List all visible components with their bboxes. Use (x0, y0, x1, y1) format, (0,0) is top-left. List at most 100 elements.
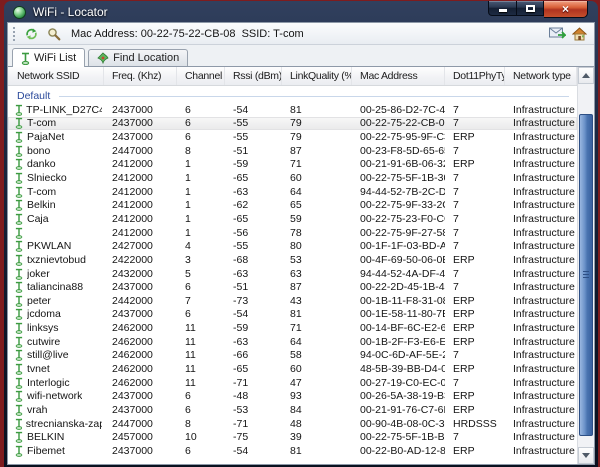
titlebar[interactable]: WiFi - Locator × (4, 1, 598, 23)
search-button[interactable] (45, 26, 62, 42)
cell-network-type: Infrastructure (505, 336, 577, 348)
cell-network-type: Infrastructure (505, 363, 577, 375)
table-row[interactable]: Fibemet 2437000 6 -54 81 00-22-B0-AD-12-… (8, 444, 577, 458)
cell-network-ssid: PKWLAN (8, 240, 104, 252)
ssid-value: Caja (27, 213, 49, 225)
home-button[interactable] (571, 26, 588, 42)
table-row[interactable]: strecnianska-zapad 2447000 8 -71 48 00-9… (8, 417, 577, 431)
table-row[interactable]: txznievtobud 2422000 3 -68 53 00-4F-69-5… (8, 253, 577, 267)
col-header-network-ssid[interactable]: Network SSID (8, 67, 104, 85)
table-row[interactable]: cutwire 2462000 11 -63 64 00-1B-2F-F3-E6… (8, 335, 577, 349)
minimize-button[interactable] (488, 1, 517, 16)
col-header-dot11phytype[interactable]: Dot11PhyTy... (445, 67, 505, 85)
toolbar-grip[interactable] (13, 27, 16, 41)
table-row[interactable]: jcdoma 2437000 6 -54 81 00-1E-58-11-80-7… (8, 308, 577, 322)
table-row[interactable]: Caja 2412000 1 -65 59 00-22-75-23-F0-CC … (8, 212, 577, 226)
cell-channel: 3 (177, 254, 225, 266)
table-row[interactable]: still@live 2462000 11 -66 58 94-0C-6D-AF… (8, 349, 577, 363)
ssid-value: TP-LINK_D27C46 (26, 104, 102, 116)
cell-dot11phytype: ERP (445, 336, 505, 348)
cell-network-type: Infrastructure (505, 172, 577, 184)
antenna-icon (15, 213, 23, 225)
refresh-button[interactable] (23, 26, 40, 42)
col-header-channel[interactable]: Channel (177, 67, 225, 85)
cell-freq: 2437000 (104, 308, 177, 320)
cell-network-type: Infrastructure (505, 349, 577, 361)
cell-channel: 6 (177, 308, 225, 320)
cell-mac-address: 00-22-2D-45-1B-45 (352, 281, 445, 293)
ssid-value: jcdoma (27, 308, 61, 320)
cell-freq: 2422000 (104, 254, 177, 266)
toolbar: Mac Address: 00-22-75-22-CB-08 SSID: T-c… (8, 23, 594, 45)
cell-channel: 11 (177, 363, 225, 375)
cell-dot11phytype: ERP (445, 322, 505, 334)
table-row[interactable]: joker 2432000 5 -63 63 94-44-52-4A-DF-4C… (8, 267, 577, 281)
table-row[interactable]: taliancina88 2437000 6 -51 87 00-22-2D-4… (8, 280, 577, 294)
table-row[interactable]: TP-LINK_D27C46 2437000 6 -54 81 00-25-86… (8, 103, 577, 117)
scrollbar-track[interactable] (578, 84, 594, 447)
cell-freq: 2447000 (104, 145, 177, 157)
cell-link-quality: 59 (282, 213, 352, 225)
table-row[interactable]: vrah 2437000 6 -53 84 00-21-91-76-C7-6E … (8, 403, 577, 417)
col-header-freq[interactable]: Freq. (Khz) (104, 67, 177, 85)
table-row[interactable]: linksys 2462000 11 -59 71 00-14-BF-6C-E2… (8, 321, 577, 335)
minimize-icon (499, 9, 507, 12)
cell-rssi: -62 (225, 199, 282, 211)
ssid-value: BELKIN (27, 431, 64, 443)
cell-network-type: Infrastructure (505, 431, 577, 443)
table-row[interactable]: bono 2447000 8 -51 87 00-23-F8-5D-65-65 … (8, 144, 577, 158)
ssid-value: Belkin (27, 199, 56, 211)
col-header-network-type[interactable]: Network type (505, 67, 577, 85)
cell-channel: 8 (177, 418, 225, 430)
cell-network-ssid: TP-LINK_D27C46 (8, 104, 104, 116)
table-row[interactable]: PKWLAN 2427000 4 -55 80 00-1F-1F-03-BD-A… (8, 239, 577, 253)
cell-channel: 6 (177, 281, 225, 293)
cell-network-type: Infrastructure (505, 281, 577, 293)
antenna-icon (15, 131, 23, 143)
table-row[interactable]: BELKIN 2457000 10 -75 39 00-22-75-5F-1B-… (8, 430, 577, 444)
window-content: Mac Address: 00-22-75-22-CB-08 SSID: T-c… (8, 23, 594, 464)
maximize-button[interactable] (517, 1, 544, 16)
group-header[interactable]: Default (8, 86, 577, 103)
cell-dot11phytype: ERP (445, 390, 505, 402)
scrollbar-thumb[interactable] (579, 114, 593, 436)
cell-dot11phytype: 7 (445, 377, 505, 389)
col-header-mac-address[interactable]: Mac Address (352, 67, 445, 85)
table-row[interactable]: danko 2412000 1 -59 71 00-21-91-6B-06-32… (8, 158, 577, 172)
table-row[interactable]: tvnet 2462000 11 -65 60 48-5B-39-BB-D4-0… (8, 362, 577, 376)
antenna-icon (15, 363, 23, 375)
table-row[interactable]: Slniecko 2412000 1 -65 60 00-22-75-5F-1B… (8, 171, 577, 185)
table-row[interactable]: peter 2442000 7 -73 43 00-1B-11-F8-31-08… (8, 294, 577, 308)
antenna-icon (15, 404, 23, 416)
table-row[interactable]: PajaNet 2437000 6 -55 79 00-22-75-95-9F-… (8, 130, 577, 144)
table-row[interactable]: Interlogic 2462000 11 -71 47 00-27-19-C0… (8, 376, 577, 390)
cell-dot11phytype: 7 (445, 186, 505, 198)
table-row[interactable]: T-com 2437000 6 -55 79 00-22-75-22-CB-08… (8, 117, 577, 131)
table-row[interactable]: 2412000 1 -56 78 00-22-75-9F-27-58 7 Inf… (8, 226, 577, 240)
cell-channel: 4 (177, 240, 225, 252)
cell-rssi: -63 (225, 268, 282, 280)
scroll-down-button[interactable] (578, 447, 594, 464)
scroll-up-button[interactable] (578, 67, 594, 84)
tab-find-location[interactable]: Find Location (88, 49, 188, 66)
table-body: Default TP-LINK_D27C46 2437000 6 -54 81 … (8, 86, 577, 464)
cell-channel: 11 (177, 349, 225, 361)
cell-rssi: -53 (225, 404, 282, 416)
antenna-icon (15, 172, 23, 184)
table-row[interactable]: Belkin 2412000 1 -62 65 00-22-75-9F-33-2… (8, 198, 577, 212)
col-header-rssi[interactable]: Rssi (dBm) (225, 67, 282, 85)
ssid-value: T-com (27, 186, 56, 198)
col-header-link-quality[interactable]: LinkQuality (%) (282, 67, 352, 85)
cell-rssi: -75 (225, 431, 282, 443)
cell-rssi: -55 (225, 240, 282, 252)
ssid-value: linksys (27, 322, 59, 334)
tab-wifi-list[interactable]: WiFi List (12, 48, 85, 67)
table-row[interactable]: wifi-network 2437000 6 -48 93 00-26-5A-3… (8, 389, 577, 403)
cell-freq: 2462000 (104, 336, 177, 348)
cell-channel: 6 (177, 131, 225, 143)
close-button[interactable]: × (544, 1, 588, 18)
table-row[interactable]: T-com 2412000 1 -63 64 94-44-52-7B-2C-D4… (8, 185, 577, 199)
maximize-icon (526, 5, 535, 12)
cell-network-ssid: Fibemet (8, 445, 104, 457)
send-mail-button[interactable] (549, 26, 566, 42)
